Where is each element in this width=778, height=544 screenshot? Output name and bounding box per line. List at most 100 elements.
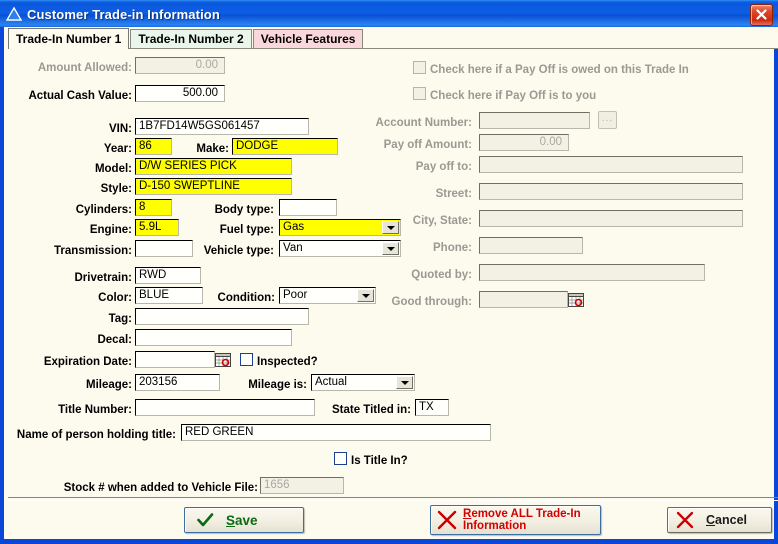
condition-value: Poor bbox=[283, 289, 308, 301]
street-field[interactable] bbox=[479, 183, 743, 200]
city-state-field[interactable] bbox=[479, 210, 743, 227]
engine-field[interactable]: 5.9L bbox=[135, 219, 179, 236]
transmission-label: Transmission: bbox=[54, 245, 132, 257]
city-state-label: City, State: bbox=[412, 215, 472, 227]
drivetrain-label: Drivetrain: bbox=[74, 272, 132, 284]
decal-field[interactable] bbox=[135, 329, 292, 346]
quoted-by-label: Quoted by: bbox=[411, 269, 472, 281]
title-bar: Customer Trade-in Information bbox=[0, 0, 778, 27]
button-bar: SSaveave Remove ALL Trade-In Information… bbox=[8, 497, 778, 539]
window-title: Customer Trade-in Information bbox=[27, 6, 220, 22]
stock-number-label: Stock # when added to Vehicle File: bbox=[63, 482, 258, 494]
tab-label: Vehicle Features bbox=[260, 32, 356, 46]
expiration-date-label: Expiration Date: bbox=[43, 356, 132, 368]
trade-in-window: Customer Trade-in Information Trade-In N… bbox=[0, 0, 778, 544]
inspected-label: Inspected? bbox=[257, 356, 318, 368]
close-icon[interactable] bbox=[750, 4, 773, 26]
pay-off-to-label: Pay off to: bbox=[415, 161, 472, 173]
save-button-label: SSaveave bbox=[226, 512, 258, 528]
remove-label-line2: Information bbox=[463, 520, 527, 532]
title-number-field[interactable] bbox=[135, 399, 315, 416]
state-titled-in-label: State Titled in: bbox=[331, 404, 411, 416]
inspected-checkbox[interactable] bbox=[240, 353, 253, 366]
pay-off-amount-label: Pay off Amount: bbox=[383, 139, 472, 151]
calendar-icon[interactable] bbox=[215, 353, 231, 367]
body-type-label: Body type: bbox=[214, 204, 274, 216]
model-field[interactable]: D/W SERIES PICK bbox=[135, 158, 292, 175]
account-number-field[interactable] bbox=[479, 112, 590, 129]
cylinders-label: Cylinders: bbox=[75, 204, 132, 216]
name-holding-title-label: Name of person holding title: bbox=[16, 429, 176, 441]
amount-allowed-field[interactable]: 0.00 bbox=[135, 57, 225, 74]
tag-field[interactable] bbox=[135, 308, 309, 325]
phone-field[interactable] bbox=[479, 237, 583, 254]
calendar-icon[interactable] bbox=[568, 293, 584, 307]
make-label: Make: bbox=[196, 143, 229, 155]
payoff-to-you-checkbox[interactable] bbox=[413, 87, 426, 100]
tag-label: Tag: bbox=[108, 313, 132, 325]
actual-cash-value-field[interactable]: 500.00 bbox=[135, 85, 225, 102]
tab-trade-in-number-1[interactable]: Trade-In Number 1 bbox=[8, 28, 130, 49]
is-title-in-checkbox[interactable] bbox=[334, 452, 347, 465]
red-x-icon bbox=[676, 511, 694, 529]
mileage-is-value: Actual bbox=[315, 376, 347, 388]
year-field[interactable]: 86 bbox=[135, 138, 172, 155]
state-titled-in-field[interactable]: TX bbox=[415, 399, 449, 416]
phone-label: Phone: bbox=[433, 242, 472, 254]
vehicle-type-value: Van bbox=[283, 242, 303, 254]
vin-label: VIN: bbox=[109, 123, 132, 135]
triangle-icon bbox=[5, 6, 23, 22]
actual-cash-value-label: Actual Cash Value: bbox=[28, 90, 132, 102]
style-label: Style: bbox=[100, 183, 132, 195]
save-button[interactable]: SSaveave bbox=[184, 507, 304, 533]
divider bbox=[8, 497, 778, 501]
mileage-label: Mileage: bbox=[85, 379, 132, 391]
red-x-icon bbox=[437, 510, 457, 530]
pay-off-amount-field[interactable]: 0.00 bbox=[479, 134, 569, 151]
color-field[interactable]: BLUE bbox=[135, 287, 203, 304]
title-number-label: Title Number: bbox=[58, 404, 132, 416]
make-field[interactable]: DODGE bbox=[232, 138, 338, 155]
decal-label: Decal: bbox=[97, 334, 132, 346]
condition-label: Condition: bbox=[217, 292, 275, 304]
stock-number-field[interactable]: 1656 bbox=[260, 477, 344, 494]
check-icon bbox=[197, 512, 214, 526]
fuel-type-label: Fuel type: bbox=[219, 224, 274, 236]
tab-trade-in-number-2[interactable]: Trade-In Number 2 bbox=[130, 29, 252, 49]
fuel-type-value: Gas bbox=[283, 221, 305, 233]
tab-strip: Trade-In Number 1 Trade-In Number 2 Vehi… bbox=[8, 27, 778, 49]
mileage-is-label: Mileage is: bbox=[248, 379, 307, 391]
mileage-field[interactable]: 203156 bbox=[135, 374, 220, 391]
account-browse-button[interactable]: ... bbox=[598, 111, 617, 129]
mileage-is-dropdown[interactable]: Actual bbox=[311, 374, 415, 391]
account-number-label: Account Number: bbox=[375, 117, 472, 129]
form-pane: Amount Allowed: 0.00 Actual Cash Value: … bbox=[4, 49, 774, 494]
tab-vehicle-features[interactable]: Vehicle Features bbox=[252, 29, 364, 49]
year-label: Year: bbox=[103, 143, 132, 155]
vehicle-type-label: Vehicle type: bbox=[203, 245, 274, 257]
payoff-to-you-label: Check here if Pay Off is to you bbox=[430, 90, 597, 102]
cancel-button-label: Cancel bbox=[706, 513, 747, 527]
chevron-down-icon[interactable] bbox=[396, 376, 413, 389]
remove-label-line1: Remove ALL Trade-In bbox=[463, 508, 581, 520]
good-through-field[interactable] bbox=[479, 291, 568, 308]
engine-label: Engine: bbox=[89, 224, 132, 236]
expiration-date-field[interactable] bbox=[135, 351, 215, 368]
tab-label: Trade-In Number 1 bbox=[16, 32, 122, 46]
tab-label: Trade-In Number 2 bbox=[138, 32, 244, 46]
drivetrain-field[interactable]: RWD bbox=[135, 267, 201, 284]
cylinders-field[interactable]: 8 bbox=[135, 199, 172, 216]
is-title-in-label: Is Title In? bbox=[351, 455, 408, 467]
style-field[interactable]: D-150 SWEPTLINE bbox=[135, 178, 292, 195]
cancel-button[interactable]: Cancel bbox=[667, 507, 772, 533]
quoted-by-field[interactable] bbox=[479, 264, 705, 281]
payoff-owed-label: Check here if a Pay Off is owed on this … bbox=[430, 64, 689, 76]
model-label: Model: bbox=[94, 163, 132, 175]
payoff-owed-checkbox[interactable] bbox=[413, 61, 426, 74]
name-holding-title-field[interactable]: RED GREEN bbox=[181, 424, 491, 441]
pay-off-to-field[interactable] bbox=[479, 156, 743, 173]
vin-field[interactable]: 1B7FD14W5GS061457 bbox=[135, 118, 309, 135]
street-label: Street: bbox=[435, 188, 472, 200]
body-type-field[interactable] bbox=[279, 199, 337, 216]
remove-all-button[interactable]: Remove ALL Trade-In Information bbox=[430, 505, 601, 535]
